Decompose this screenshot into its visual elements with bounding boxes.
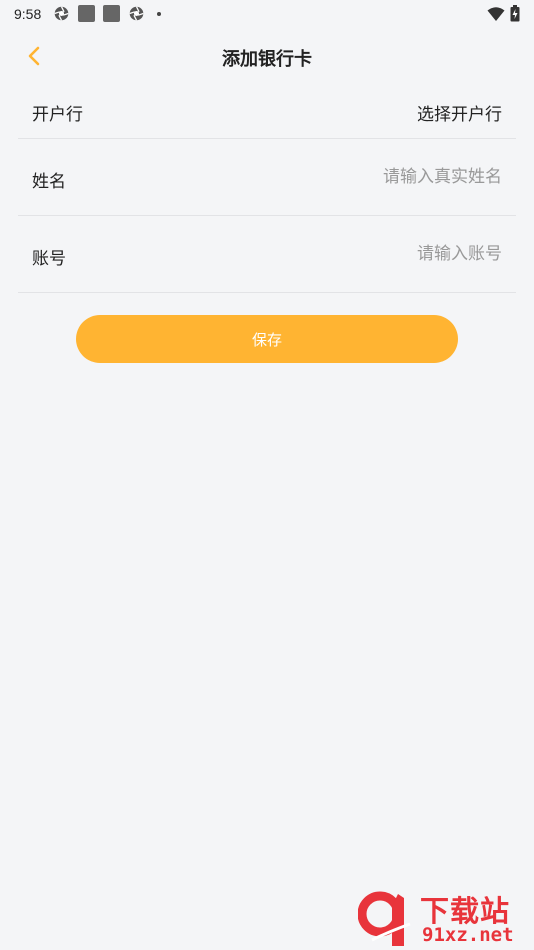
status-right: [487, 5, 520, 22]
site-watermark: 下载站 91xz.net: [358, 888, 530, 948]
name-input[interactable]: [282, 167, 502, 187]
bank-label: 开户行: [32, 105, 83, 125]
wifi-icon: [487, 6, 505, 21]
name-row: 姓名: [18, 139, 516, 216]
watermark-logo-icon: [358, 891, 411, 946]
page-title: 添加银行卡: [222, 49, 312, 70]
bank-select[interactable]: 选择开户行: [417, 100, 502, 125]
status-bar: 9:58: [0, 0, 534, 27]
watermark-url: 91xz.net: [422, 924, 514, 946]
name-input-wrap: [282, 167, 502, 187]
header: 添加银行卡: [0, 27, 534, 85]
account-input[interactable]: [282, 244, 502, 264]
status-time: 9:58: [14, 5, 42, 22]
name-label: 姓名: [32, 172, 66, 192]
app-square-icon: [103, 5, 121, 22]
app-square-icon: [78, 5, 96, 22]
account-input-wrap: [282, 244, 502, 264]
screen: 9:58 添加银行卡 开户行 选择开户行 姓名 请输入真实姓名 账号 请输入账号…: [0, 0, 534, 950]
battery-charging-icon: [510, 5, 520, 22]
account-label: 账号: [32, 249, 66, 269]
account-row: 账号: [18, 216, 516, 293]
notification-dot-icon: [157, 11, 162, 16]
bank-row[interactable]: 开户行 选择开户行: [18, 85, 516, 139]
aperture-icon: [54, 6, 69, 21]
aperture-icon: [129, 6, 144, 21]
save-button[interactable]: 保存: [76, 315, 458, 363]
